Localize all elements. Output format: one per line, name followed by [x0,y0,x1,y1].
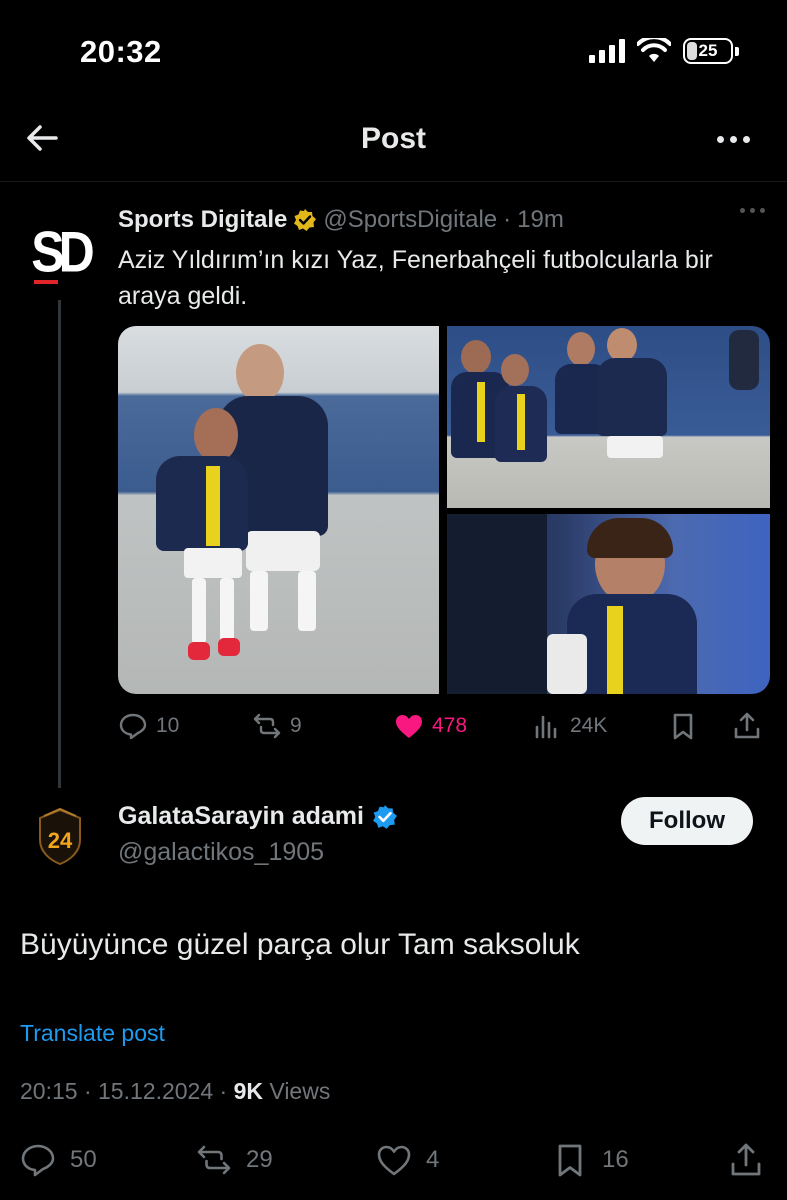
repost-icon [197,1145,231,1175]
post-meta: 20:15 · 15.12.2024 · 9K Views [20,1078,331,1104]
page-title: Post [360,122,426,155]
quoted-post-text: Aziz Yıldırım’ın kızı Yaz, Fenerbahçeli … [118,246,713,310]
reply-action[interactable]: 10 [118,706,179,746]
repost-count: 29 [246,1146,273,1173]
quoted-post-header: Sports Digitale @SportsDigitale · 19m [118,206,564,234]
status-bar: 20:32 25 [0,0,787,100]
separator-dot: · [503,206,512,233]
reply-author-name[interactable]: GalataSarayin adami [118,802,364,831]
share-icon [731,1143,761,1176]
thread-line [58,300,61,788]
views-count: 24K [570,714,608,737]
post-more-icon[interactable] [740,208,765,213]
bookmark-icon [558,1144,582,1177]
like-count: 4 [426,1146,440,1173]
reply-count: 50 [70,1146,97,1173]
repost-count: 9 [290,714,302,737]
status-time: 20:32 [80,34,162,69]
more-options-icon[interactable] [713,122,753,156]
post-time: 20:15 [20,1078,78,1104]
share-action[interactable] [732,706,762,746]
battery-icon: 25 [683,38,733,64]
photo-player-with-girl[interactable] [118,326,439,694]
share-action[interactable] [728,1140,764,1180]
repost-action[interactable]: 9 [252,706,302,746]
verified-badge-icon [373,804,397,829]
share-icon [734,712,760,739]
heart-icon [377,1145,411,1176]
like-action[interactable]: 478 [394,706,467,746]
reply-icon [21,1144,55,1177]
sports-digitale-avatar[interactable]: SD [24,216,96,288]
reply-icon [119,713,147,740]
photo-children-group[interactable] [447,326,770,508]
follow-button[interactable]: Follow [621,797,753,845]
media-grid[interactable] [118,326,770,694]
post-views-count: 9K [233,1078,263,1104]
like-action[interactable]: 4 [376,1140,439,1180]
heart-filled-icon [396,715,422,738]
reply-count: 10 [156,714,180,737]
translate-post-link[interactable]: Translate post [20,1020,165,1047]
post-header: Post [0,100,787,182]
author-name[interactable]: Sports Digitale [118,206,287,234]
author-handle[interactable]: @SportsDigitale [323,206,497,234]
galatasaray-avatar[interactable]: 24 [34,806,86,868]
avatar-logo: SD [31,219,95,285]
like-count: 478 [432,714,468,737]
reply-post-actions: 50 29 4 16 [20,1140,770,1180]
repost-action[interactable]: 29 [196,1140,273,1180]
avatar-number: 24 [48,828,73,853]
bookmark-count: 16 [602,1146,629,1173]
post-age: 19m [517,206,564,233]
bookmark-action[interactable]: 16 [552,1140,629,1180]
post-views-label: Views [269,1078,331,1104]
repost-icon [253,713,281,739]
bookmark-icon [673,713,693,740]
wifi-icon [637,38,671,62]
reply-author-row: GalataSarayin adami [118,802,398,831]
reply-author-handle[interactable]: @galactikos_1905 [118,838,324,867]
views-action[interactable]: 24K [532,706,607,746]
reply-action[interactable]: 50 [20,1140,97,1180]
bookmark-action[interactable] [668,706,698,746]
reply-post-text: Büyüyünce güzel parça olur Tam saksoluk [20,928,580,961]
status-icons: 25 [589,38,739,64]
photo-girl-closeup[interactable] [447,514,770,694]
battery-level: 25 [698,41,718,60]
post-date: 15.12.2024 [98,1078,214,1104]
views-chart-icon [535,715,557,739]
quoted-post-actions: 10 9 478 24K [118,706,768,746]
signal-icon [589,39,625,63]
gold-verified-badge-icon [294,209,317,231]
